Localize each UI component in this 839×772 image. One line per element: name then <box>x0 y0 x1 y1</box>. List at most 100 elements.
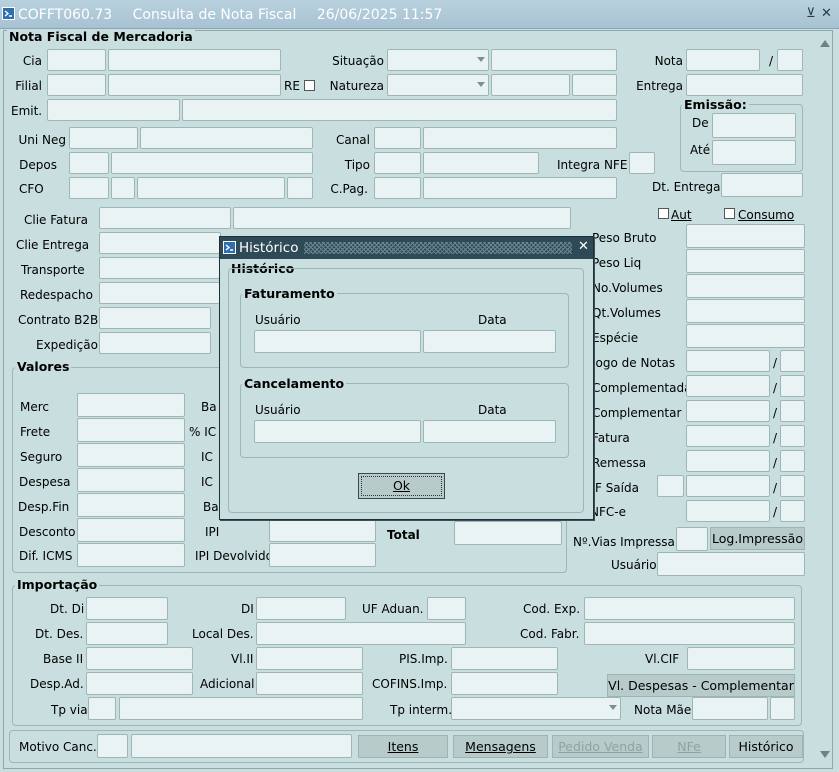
local-des-field[interactable] <box>256 622 466 645</box>
dialog-close-icon[interactable]: ✕ <box>578 239 589 254</box>
itens-button[interactable]: Itens <box>358 735 448 758</box>
cia-name-field[interactable] <box>108 49 281 71</box>
faturamento-usuario-field[interactable] <box>254 330 421 353</box>
cancelamento-usuario-field[interactable] <box>254 420 421 443</box>
motivo-canc-desc-field[interactable] <box>131 734 352 758</box>
adicional-field[interactable] <box>256 672 363 695</box>
qt-volumes-field[interactable] <box>686 299 805 323</box>
historico-button[interactable]: Histórico <box>729 735 803 758</box>
base-ii-field[interactable] <box>86 647 193 670</box>
despesa-field[interactable] <box>77 468 185 492</box>
vl-cif-field[interactable] <box>687 647 795 670</box>
nf-saida-serie-field[interactable] <box>780 475 805 497</box>
aut-label[interactable]: Aut <box>671 208 692 222</box>
natureza-select[interactable] <box>387 74 489 96</box>
cia-code-field[interactable] <box>47 49 106 71</box>
nf-saida-field[interactable] <box>686 475 770 497</box>
vl-ii-field[interactable] <box>256 647 363 670</box>
canal-name-field[interactable] <box>423 127 617 149</box>
scroll-down-icon[interactable] <box>820 751 830 758</box>
canal-code-field[interactable] <box>374 127 421 149</box>
remessa-field[interactable] <box>686 450 770 472</box>
fatura-field[interactable] <box>686 425 770 447</box>
tp-via-code-field[interactable] <box>88 697 116 720</box>
complementada-field[interactable] <box>686 375 770 397</box>
situacao-select[interactable] <box>387 49 489 71</box>
pedido-venda-button[interactable]: Pedido Venda <box>552 735 649 758</box>
nota-mae-field[interactable] <box>692 697 768 720</box>
nota-serie-field[interactable] <box>777 49 803 71</box>
cfo-field-3[interactable] <box>137 177 285 199</box>
desconto-field[interactable] <box>77 518 185 542</box>
cod-fabr-field[interactable] <box>584 622 795 645</box>
uni-neg-code-field[interactable] <box>69 127 138 149</box>
clie-fatura-code-field[interactable] <box>99 207 231 229</box>
cpag-name-field[interactable] <box>423 177 617 199</box>
emit-name-field[interactable] <box>182 99 617 121</box>
tp-via-desc-field[interactable] <box>119 697 363 720</box>
dt-di-field[interactable] <box>86 597 168 620</box>
contrato-b2b-field[interactable] <box>99 307 211 329</box>
mensagens-button[interactable]: Mensagens <box>453 735 548 758</box>
nota-mae-serie-field[interactable] <box>770 697 795 720</box>
transporte-field[interactable] <box>99 257 221 279</box>
cofins-imp-field[interactable] <box>451 672 558 695</box>
complementar-field[interactable] <box>686 400 770 422</box>
uf-aduan-field[interactable] <box>427 597 466 620</box>
tipo-code-field[interactable] <box>374 152 421 174</box>
emissao-de-field[interactable] <box>712 113 796 138</box>
vertical-scrollbar[interactable] <box>817 36 833 764</box>
emit-code-field[interactable] <box>47 99 180 121</box>
cfo-field-4[interactable] <box>287 177 313 199</box>
re-checkbox[interactable] <box>304 80 315 91</box>
ipi-devolvido-field[interactable] <box>269 543 376 567</box>
consumo-checkbox[interactable] <box>724 208 735 219</box>
natureza-field-2[interactable] <box>491 74 570 96</box>
situacao-desc-field[interactable] <box>491 49 617 71</box>
remessa-serie-field[interactable] <box>780 450 805 472</box>
nfe-button[interactable]: NFe <box>652 735 726 758</box>
filial-code-field[interactable] <box>47 74 106 96</box>
cancelamento-data-field[interactable] <box>423 420 556 443</box>
motivo-canc-code-field[interactable] <box>97 734 128 758</box>
dt-des-field[interactable] <box>86 622 168 645</box>
tp-interm-select[interactable] <box>451 697 621 720</box>
depos-name-field[interactable] <box>111 152 313 174</box>
emissao-ate-field[interactable] <box>712 140 796 165</box>
natureza-field-3[interactable] <box>572 74 617 96</box>
peso-liq-field[interactable] <box>686 249 805 273</box>
no-volumes-field[interactable] <box>686 274 805 298</box>
ipi-field[interactable] <box>269 518 376 542</box>
integra-nfe-field[interactable] <box>629 152 655 174</box>
nota-field[interactable] <box>686 49 760 71</box>
fatura-serie-field[interactable] <box>780 425 805 447</box>
di-field[interactable] <box>256 597 346 620</box>
total-field[interactable] <box>454 521 562 545</box>
expedicao-field[interactable] <box>99 332 211 354</box>
minimize-icon[interactable]: ⊻ <box>806 6 816 21</box>
nfc-e-serie-field[interactable] <box>780 500 805 522</box>
log-impressao-button[interactable]: Log.Impressão <box>710 527 805 550</box>
ok-button[interactable]: Ok <box>358 473 445 499</box>
vias-impressa-field[interactable] <box>676 527 708 551</box>
complementada-serie-field[interactable] <box>780 375 805 397</box>
especie-field[interactable] <box>686 324 805 348</box>
scroll-up-icon[interactable] <box>820 40 830 47</box>
vl-despesas-complementar-button[interactable]: Vl. Despesas - Complementar <box>607 674 795 697</box>
nfc-e-field[interactable] <box>686 500 770 522</box>
cod-exp-field[interactable] <box>584 597 795 620</box>
desp-ad-field[interactable] <box>86 672 193 695</box>
depos-code-field[interactable] <box>69 152 109 174</box>
clie-fatura-name-field[interactable] <box>233 207 571 229</box>
cfo-field-1[interactable] <box>69 177 109 199</box>
dif-icms-field[interactable] <box>77 543 185 567</box>
cpag-code-field[interactable] <box>374 177 421 199</box>
merc-field[interactable] <box>77 393 185 417</box>
jogo-notas-field[interactable] <box>686 350 770 372</box>
tipo-name-field[interactable] <box>423 152 539 174</box>
uni-neg-name-field[interactable] <box>140 127 313 149</box>
desp-fin-field[interactable] <box>77 493 185 517</box>
close-icon[interactable]: ✕ <box>821 6 832 21</box>
complementar-serie-field[interactable] <box>780 400 805 422</box>
cfo-field-2[interactable] <box>111 177 135 199</box>
